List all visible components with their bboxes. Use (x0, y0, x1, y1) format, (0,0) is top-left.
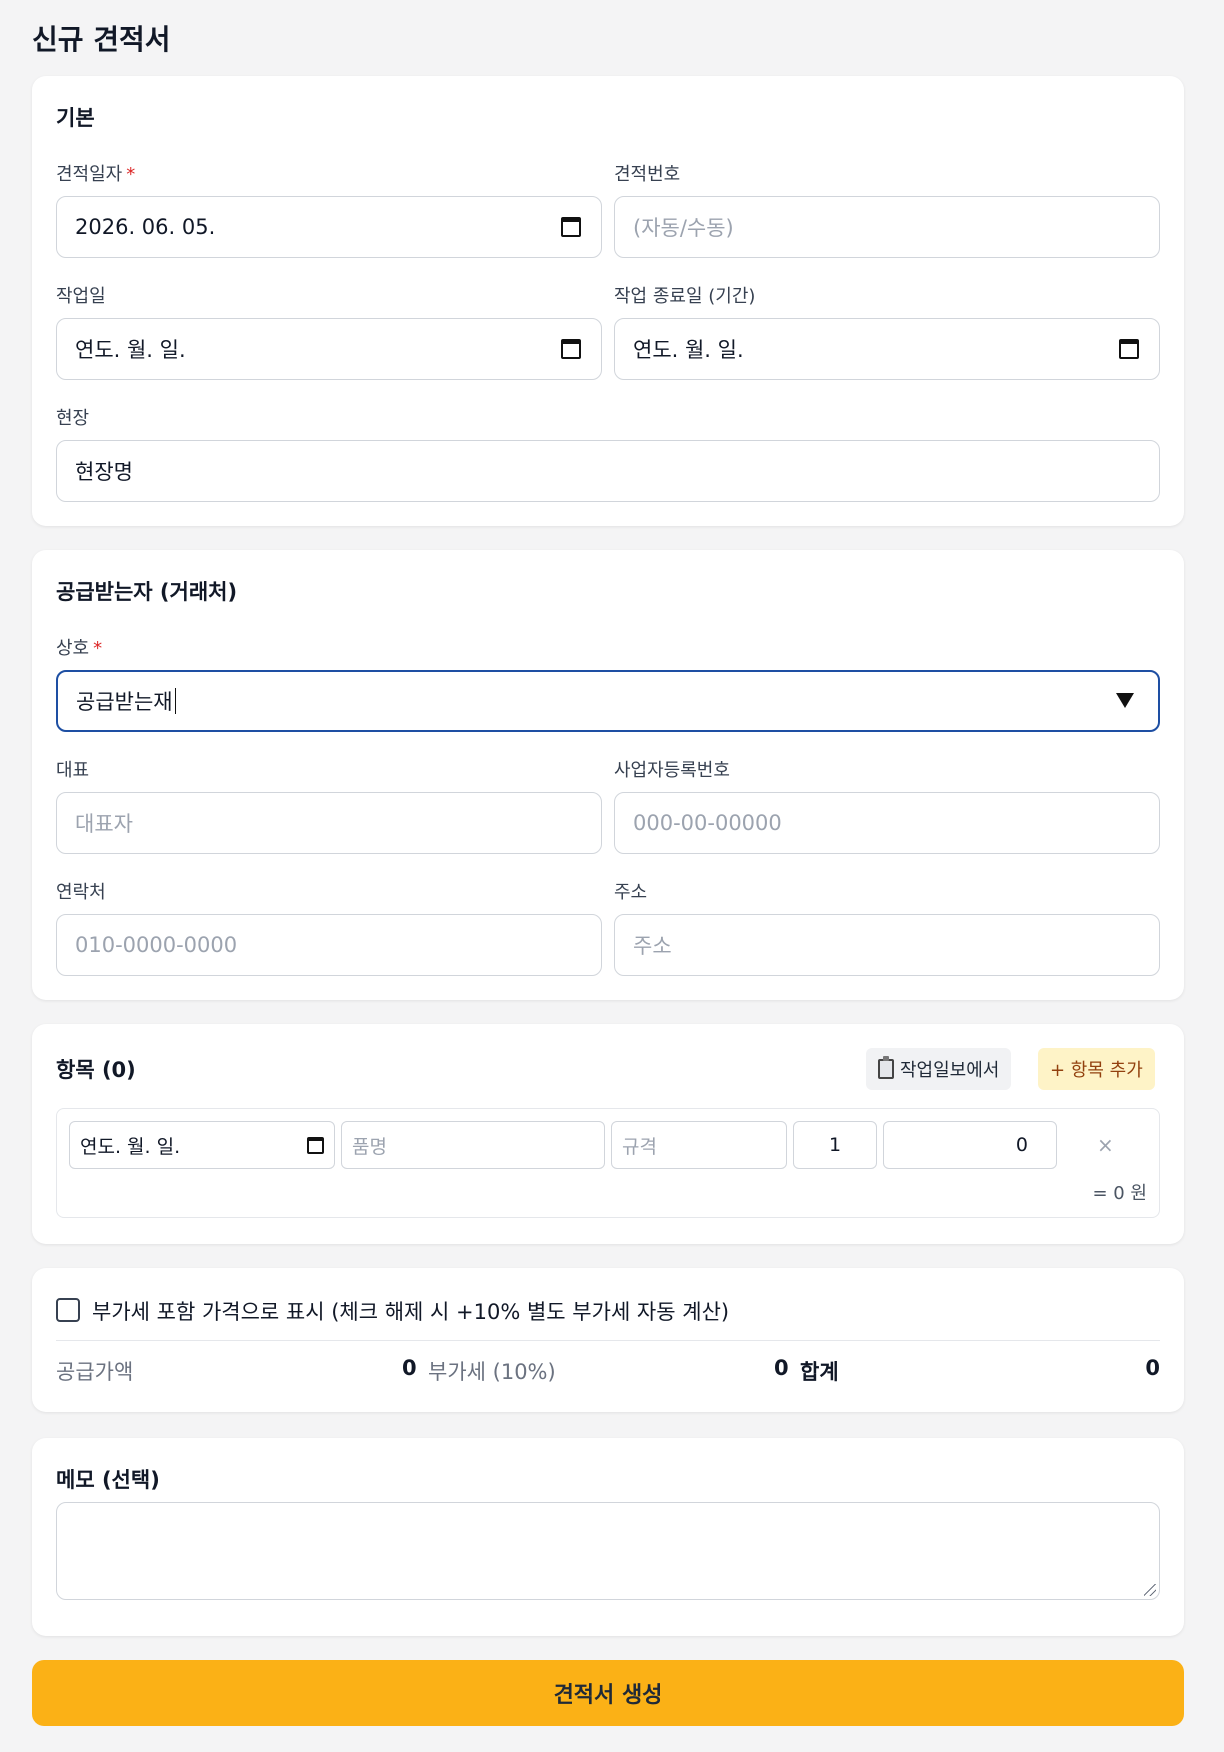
company-value: 공급받는재 (76, 690, 173, 714)
create-quote-button[interactable]: 견적서 생성 (32, 1660, 1184, 1726)
total-amount-value: 0 (1145, 1356, 1160, 1380)
quote-no-label: 견적번호 (614, 164, 681, 185)
calendar-icon[interactable] (561, 217, 581, 237)
basic-section: 기본 견적일자 * 2026. 06. 05. 견적번호 (자동/수동) 작업일 … (32, 76, 1184, 526)
item-price-input[interactable]: 0 (883, 1121, 1057, 1169)
work-date-value: 연도. 월. 일. (75, 338, 186, 362)
phone-label: 연락처 (56, 882, 106, 903)
item-row-total: = 0 원 (1092, 1183, 1147, 1204)
item-spec-input[interactable]: 규격 (611, 1121, 787, 1169)
work-end-input[interactable]: 연도. 월. 일. (614, 318, 1160, 380)
work-date-input[interactable]: 연도. 월. 일. (56, 318, 602, 380)
company-label: 상호 * (56, 634, 102, 660)
item-qty-input[interactable]: 1 (793, 1121, 877, 1169)
required-mark: * (126, 164, 136, 185)
remove-item-icon[interactable]: × (1097, 1133, 1114, 1157)
vat-include-label[interactable]: 부가세 포함 가격으로 표시 (체크 해제 시 +10% 별도 부가세 자동 계… (92, 1296, 729, 1326)
ceo-placeholder: 대표자 (75, 812, 133, 836)
company-select[interactable]: 공급받는재 (56, 670, 1160, 732)
quote-date-input[interactable]: 2026. 06. 05. (56, 196, 602, 258)
resize-handle-icon[interactable] (1144, 1584, 1156, 1596)
customer-section: 공급받는자 (거래처) 상호 * 공급받는재 대표 대표자 사업자등록번호 000… (32, 550, 1184, 1000)
caret-down-icon[interactable] (1116, 693, 1134, 708)
quote-date-label: 견적일자 * (56, 160, 135, 186)
item-qty-value: 1 (828, 1134, 842, 1156)
company-label-text: 상호 (56, 638, 90, 659)
required-mark: * (93, 638, 103, 659)
site-value: 현장명 (75, 460, 133, 484)
customer-section-title: 공급받는자 (거래처) (56, 580, 238, 604)
work-date-label: 작업일 (56, 286, 106, 307)
vat-amount-label: 부가세 (10%) (428, 1360, 556, 1384)
address-label: 주소 (614, 882, 648, 903)
quote-date-value: 2026. 06. 05. (75, 215, 216, 239)
calendar-icon[interactable] (307, 1137, 324, 1154)
bizno-placeholder: 000-00-00000 (633, 811, 782, 835)
supply-amount-value: 0 (402, 1356, 417, 1380)
quote-date-label-text: 견적일자 (56, 164, 123, 185)
clipboard-icon (878, 1056, 894, 1079)
calendar-icon[interactable] (1119, 339, 1139, 359)
memo-section: 메모 (선택) (32, 1438, 1184, 1636)
work-end-value: 연도. 월. 일. (633, 338, 744, 362)
phone-placeholder: 010-0000-0000 (75, 933, 238, 957)
from-report-label: 작업일보에서 (900, 1060, 1000, 1081)
basic-section-title: 기본 (56, 106, 95, 130)
vat-amount-value: 0 (774, 1356, 789, 1380)
item-date-input[interactable]: 연도. 월. 일. (69, 1121, 335, 1169)
item-name-placeholder: 품명 (352, 1135, 387, 1158)
memo-section-title: 메모 (선택) (56, 1468, 160, 1492)
item-date-value: 연도. 월. 일. (80, 1135, 181, 1158)
item-row: 연도. 월. 일. 품명 규격 1 0 × = 0 원 (56, 1108, 1160, 1218)
add-item-label: + 항목 추가 (1050, 1060, 1143, 1081)
site-input[interactable]: 현장명 (56, 440, 1160, 502)
bizno-label: 사업자등록번호 (614, 760, 730, 781)
address-placeholder: 주소 (633, 934, 672, 958)
item-spec-placeholder: 규격 (622, 1135, 657, 1158)
quote-no-input[interactable]: (자동/수동) (614, 196, 1160, 258)
total-amount-label: 합계 (800, 1360, 839, 1384)
add-item-button[interactable]: + 항목 추가 (1038, 1048, 1155, 1090)
item-price-value: 0 (1015, 1134, 1028, 1156)
address-input[interactable]: 주소 (614, 914, 1160, 976)
ceo-input[interactable]: 대표자 (56, 792, 602, 854)
items-section-title: 항목 (0) (56, 1058, 136, 1082)
supply-amount-label: 공급가액 (56, 1360, 134, 1384)
bizno-input[interactable]: 000-00-00000 (614, 792, 1160, 854)
summary-section: 부가세 포함 가격으로 표시 (체크 해제 시 +10% 별도 부가세 자동 계… (32, 1268, 1184, 1412)
vat-include-checkbox[interactable] (56, 1298, 80, 1322)
phone-input[interactable]: 010-0000-0000 (56, 914, 602, 976)
item-name-input[interactable]: 품명 (341, 1121, 605, 1169)
page-title: 신규 견적서 (32, 23, 171, 56)
from-report-button[interactable]: 작업일보에서 (866, 1048, 1012, 1090)
items-section: 항목 (0) 작업일보에서 + 항목 추가 연도. 월. 일. 품명 규격 1 … (32, 1024, 1184, 1244)
memo-textarea[interactable] (56, 1502, 1160, 1600)
ceo-label: 대표 (56, 760, 90, 781)
text-cursor (174, 688, 176, 714)
work-end-label: 작업 종료일 (기간) (614, 286, 756, 307)
site-label: 현장 (56, 408, 90, 429)
quote-no-placeholder: (자동/수동) (633, 216, 734, 240)
calendar-icon[interactable] (561, 339, 581, 359)
summary-divider (56, 1340, 1160, 1341)
